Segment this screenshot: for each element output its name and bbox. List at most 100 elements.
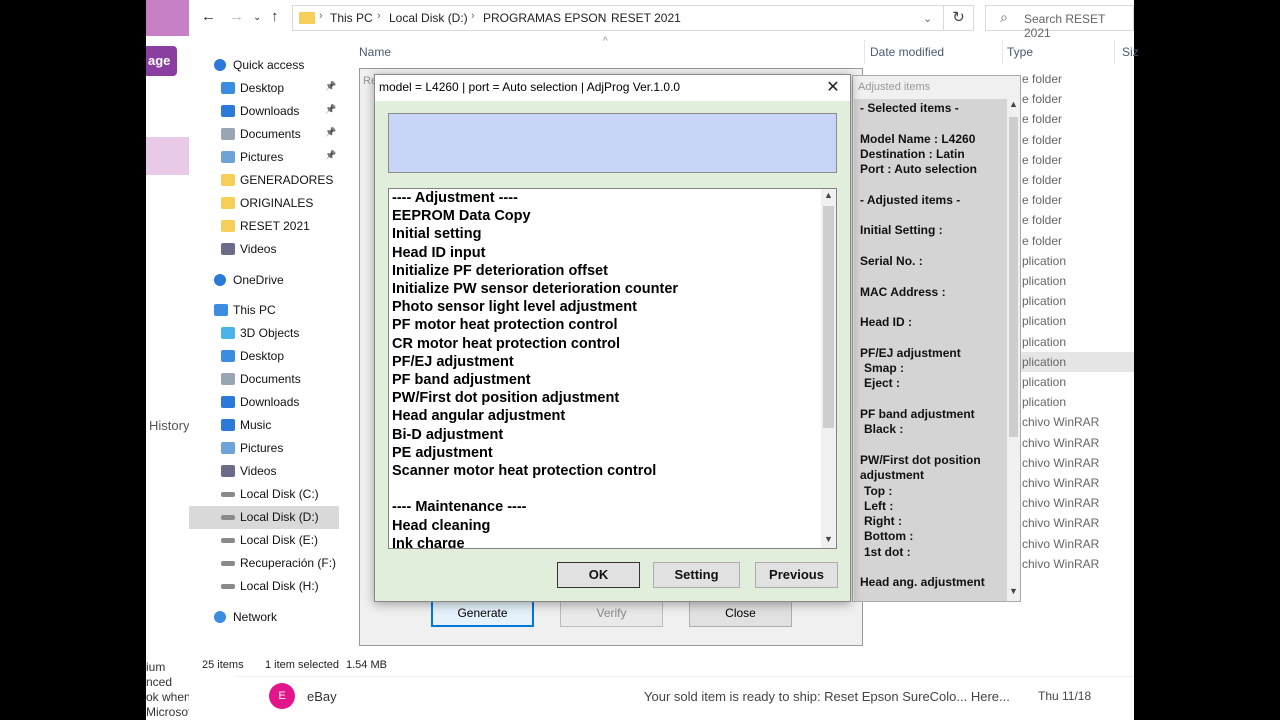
list-item[interactable]: PF band adjustment	[392, 372, 531, 388]
file-type-cell[interactable]: e folder	[1018, 130, 1134, 150]
list-item[interactable]: Initial setting	[392, 226, 481, 242]
scroll-thumb[interactable]	[823, 206, 834, 428]
list-section-header[interactable]: ---- Adjustment ----	[392, 190, 518, 206]
nav-item[interactable]: Desktop 📌	[189, 77, 339, 100]
nav-item[interactable]: Local Disk (C:)	[189, 483, 339, 506]
forward-arrow-icon[interactable]: →	[229, 8, 244, 25]
nav-item[interactable]: Local Disk (D:)	[189, 506, 339, 529]
previous-button[interactable]: Previous	[755, 562, 838, 588]
list-item[interactable]: PW/First dot position adjustment	[392, 390, 619, 406]
nav-item[interactable]: Quick access	[189, 54, 339, 77]
file-type-cell[interactable]: e folder	[1018, 150, 1134, 170]
nav-item[interactable]: This PC	[189, 299, 339, 322]
file-type-cell[interactable]: plication	[1018, 291, 1134, 311]
close-icon[interactable]: ✕	[815, 75, 851, 101]
nav-item[interactable]: Music	[189, 414, 339, 437]
setting-button[interactable]: Setting	[653, 562, 740, 588]
ok-button[interactable]: OK	[557, 562, 640, 588]
list-item[interactable]: Bi-D adjustment	[392, 427, 503, 443]
file-type-cell[interactable]: chivo WinRAR	[1018, 513, 1134, 533]
list-item[interactable]: PF motor heat protection control	[392, 317, 618, 333]
scroll-down-icon[interactable]: ▼	[821, 534, 836, 544]
nav-item[interactable]: GENERADORES	[189, 169, 339, 192]
pin-icon[interactable]: 📌	[325, 104, 336, 115]
nav-item[interactable]: Downloads 📌	[189, 100, 339, 123]
file-type-cell[interactable]: e folder	[1018, 210, 1134, 230]
nav-item[interactable]: Recuperación (F:)	[189, 552, 339, 575]
adjustment-list[interactable]: ---- Adjustment ---- EEPROM Data Copy Init…	[388, 188, 837, 549]
file-type-cell[interactable]: plication	[1018, 372, 1134, 392]
file-type-cell[interactable]: e folder	[1018, 109, 1134, 129]
column-type[interactable]: Type	[1007, 45, 1033, 59]
address-dropdown-icon[interactable]: ⌄	[923, 12, 932, 25]
breadcrumb-reset-2021[interactable]: RESET 2021	[611, 11, 681, 25]
list-item[interactable]: Head angular adjustment	[392, 408, 565, 424]
nav-item[interactable]: Pictures 📌	[189, 146, 339, 169]
address-box[interactable]: › This PC › Local Disk (D:) › PROGRAMAS …	[292, 5, 944, 31]
breadcrumb-local-disk-d[interactable]: Local Disk (D:)	[389, 11, 468, 25]
list-item[interactable]: Photo sensor light level adjustment	[392, 299, 637, 315]
nav-item[interactable]: Local Disk (H:)	[189, 575, 339, 598]
pin-icon[interactable]: 📌	[325, 81, 336, 92]
nav-item[interactable]: Desktop	[189, 345, 339, 368]
file-type-cell[interactable]: plication	[1018, 332, 1134, 352]
file-type-cell[interactable]: chivo WinRAR	[1018, 554, 1134, 574]
file-type-cell[interactable]: e folder	[1018, 170, 1134, 190]
list-item[interactable]: EEPROM Data Copy	[392, 208, 531, 224]
file-type-cell[interactable]: plication	[1018, 311, 1134, 331]
scroll-up-icon[interactable]: ▲	[1007, 99, 1020, 109]
list-item[interactable]: Scanner motor heat protection control	[392, 463, 656, 479]
file-type-cell[interactable]: chivo WinRAR	[1018, 412, 1134, 432]
list-item[interactable]: PF/EJ adjustment	[392, 354, 514, 370]
nav-item[interactable]: Local Disk (E:)	[189, 529, 339, 552]
scroll-thumb[interactable]	[1009, 117, 1018, 437]
column-name[interactable]: Name	[359, 45, 391, 59]
search-input[interactable]: ⌕ Search RESET 2021	[985, 5, 1134, 40]
nav-item[interactable]: Pictures	[189, 437, 339, 460]
column-size[interactable]: Siz	[1122, 45, 1139, 59]
generate-button[interactable]: Generate	[431, 599, 534, 627]
list-item[interactable]: Ink charge	[392, 536, 465, 548]
nav-item[interactable]: Network	[189, 606, 339, 629]
list-section-header[interactable]: ---- Maintenance ----	[392, 499, 527, 515]
file-type-cell[interactable]: plication	[1018, 351, 1134, 372]
pin-icon[interactable]: 📌	[325, 127, 336, 138]
file-type-cell[interactable]: chivo WinRAR	[1018, 453, 1134, 473]
nav-item[interactable]: RESET 2021	[189, 215, 339, 238]
file-type-cell[interactable]: plication	[1018, 271, 1134, 291]
scroll-down-icon[interactable]: ▼	[1007, 586, 1020, 596]
nav-item[interactable]: Videos	[189, 460, 339, 483]
list-item[interactable]: Head cleaning	[392, 518, 490, 534]
nav-item[interactable]: Documents	[189, 368, 339, 391]
list-item[interactable]: PE adjustment	[392, 445, 493, 461]
list-scrollbar[interactable]: ▲ ▼	[821, 189, 836, 548]
column-date-modified[interactable]: Date modified	[870, 45, 944, 59]
list-item[interactable]: CR motor heat protection control	[392, 336, 620, 352]
verify-button[interactable]: Verify	[560, 599, 663, 627]
breadcrumb-programas-epson[interactable]: PROGRAMAS EPSON	[483, 11, 606, 25]
list-item[interactable]: Initialize PF deterioration offset	[392, 263, 608, 279]
adjusted-items-scrollbar[interactable]: ▲ ▼	[1007, 99, 1020, 601]
adjusted-items-list[interactable]: - Selected items - Model Name : L4260 Dest…	[854, 99, 1007, 601]
file-type-cell[interactable]: e folder	[1018, 89, 1134, 109]
file-type-cell[interactable]: chivo WinRAR	[1018, 493, 1134, 513]
scroll-up-icon[interactable]: ▲	[821, 190, 836, 200]
recent-chevron-icon[interactable]: ⌄	[253, 12, 261, 23]
nav-item[interactable]: Documents 📌	[189, 123, 339, 146]
file-type-cell[interactable]: e folder	[1018, 69, 1134, 89]
bg-app-history[interactable]: History	[149, 418, 189, 433]
nav-item[interactable]: ORIGINALES	[189, 192, 339, 215]
back-arrow-icon[interactable]: ←	[201, 8, 216, 25]
nav-item[interactable]: OneDrive	[189, 269, 339, 292]
mail-notification[interactable]: E eBay Your sold item is ready to ship: …	[237, 676, 1134, 720]
list-item[interactable]: Head ID input	[392, 245, 485, 261]
file-type-cell[interactable]: chivo WinRAR	[1018, 433, 1134, 453]
file-type-cell[interactable]: chivo WinRAR	[1018, 473, 1134, 493]
close-button[interactable]: Close	[689, 599, 792, 627]
up-arrow-icon[interactable]: ↑	[271, 8, 279, 25]
breadcrumb-this-pc[interactable]: This PC	[330, 11, 373, 25]
nav-item[interactable]: 3D Objects	[189, 322, 339, 345]
nav-item[interactable]: Downloads	[189, 391, 339, 414]
file-type-cell[interactable]: e folder	[1018, 190, 1134, 210]
file-type-cell[interactable]: e folder	[1018, 231, 1134, 251]
